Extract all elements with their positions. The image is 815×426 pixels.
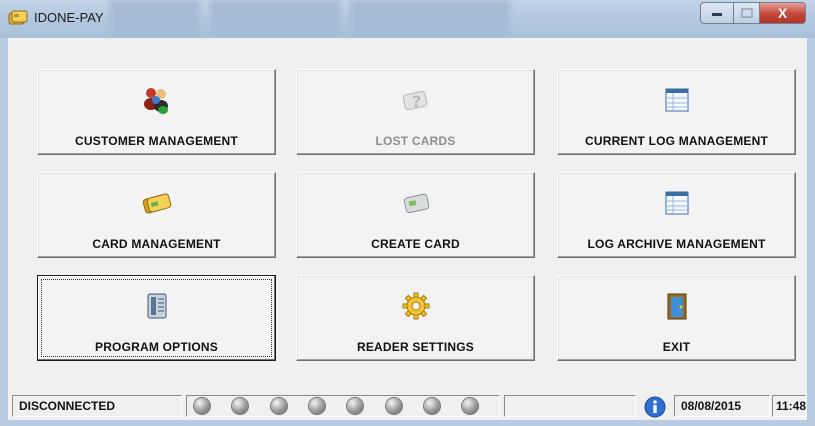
status-bar: DISCONNECTED 08/08/2015 11:48 [8, 392, 807, 420]
info-icon[interactable] [644, 396, 666, 418]
cards-icon [142, 193, 172, 214]
maximize-icon [740, 8, 753, 18]
indicator-light [347, 398, 363, 414]
tile-label: CURRENT LOG MANAGEMENT [584, 134, 769, 148]
indicator-light [232, 398, 248, 414]
indicator-light [386, 398, 402, 414]
status-date: 08/08/2015 [674, 395, 770, 417]
svg-text:?: ? [412, 92, 421, 111]
tile-label: PROGRAM OPTIONS [94, 340, 218, 354]
users-icon [144, 88, 168, 114]
connection-status: DISCONNECTED [12, 395, 182, 417]
window-frame-right [807, 38, 815, 426]
indicator-light [271, 398, 287, 414]
log-table-icon [665, 191, 689, 215]
window-title: IDONE-PAY [34, 10, 104, 25]
customer-management-button[interactable]: CUSTOMER MANAGEMENT [37, 69, 276, 155]
close-icon: X [777, 5, 788, 21]
create-card-button[interactable]: CREATE CARD [296, 172, 535, 258]
title-bar[interactable]: IDONE-PAY X [0, 0, 815, 39]
tile-label: CREATE CARD [371, 237, 460, 251]
tile-label: EXIT [662, 340, 691, 354]
minimize-button[interactable] [700, 2, 734, 24]
indicator-light [309, 398, 325, 414]
program-options-button[interactable]: PROGRAM OPTIONS [37, 275, 276, 361]
indicator-light [424, 398, 440, 414]
door-icon [667, 293, 687, 320]
tile-label: CUSTOMER MANAGEMENT [75, 134, 238, 148]
window-frame-left [0, 38, 8, 426]
status-empty-cell [504, 395, 636, 417]
app-card-icon [8, 10, 28, 25]
maximize-button[interactable] [733, 2, 760, 24]
exit-button[interactable]: EXIT [557, 275, 796, 361]
card-icon [403, 193, 430, 214]
options-panel-icon [147, 293, 167, 319]
card-management-button[interactable]: CARD MANAGEMENT [37, 172, 276, 258]
main-panel: CUSTOMER MANAGEMENT ? LOST CARDS CURRENT… [8, 38, 807, 420]
tile-label: LOG ARCHIVE MANAGEMENT [587, 237, 766, 251]
minimize-icon [712, 13, 722, 16]
tile-label: LOST CARDS [375, 134, 456, 148]
log-archive-management-button[interactable]: LOG ARCHIVE MANAGEMENT [557, 172, 796, 258]
gear-icon [402, 292, 430, 320]
indicator-light [462, 398, 478, 414]
tile-label: CARD MANAGEMENT [92, 237, 221, 251]
indicator-panel [186, 395, 500, 417]
window-frame-bottom [0, 420, 815, 426]
status-time: 11:48 [772, 395, 806, 417]
current-log-management-button[interactable]: CURRENT LOG MANAGEMENT [557, 69, 796, 155]
indicator-light [194, 398, 210, 414]
reader-settings-button[interactable]: READER SETTINGS [296, 275, 535, 361]
lost-cards-button[interactable]: ? LOST CARDS [296, 69, 535, 155]
log-table-icon [665, 88, 689, 112]
tile-label: READER SETTINGS [356, 340, 474, 354]
close-button[interactable]: X [759, 2, 806, 24]
question-card-icon: ? [402, 90, 428, 111]
